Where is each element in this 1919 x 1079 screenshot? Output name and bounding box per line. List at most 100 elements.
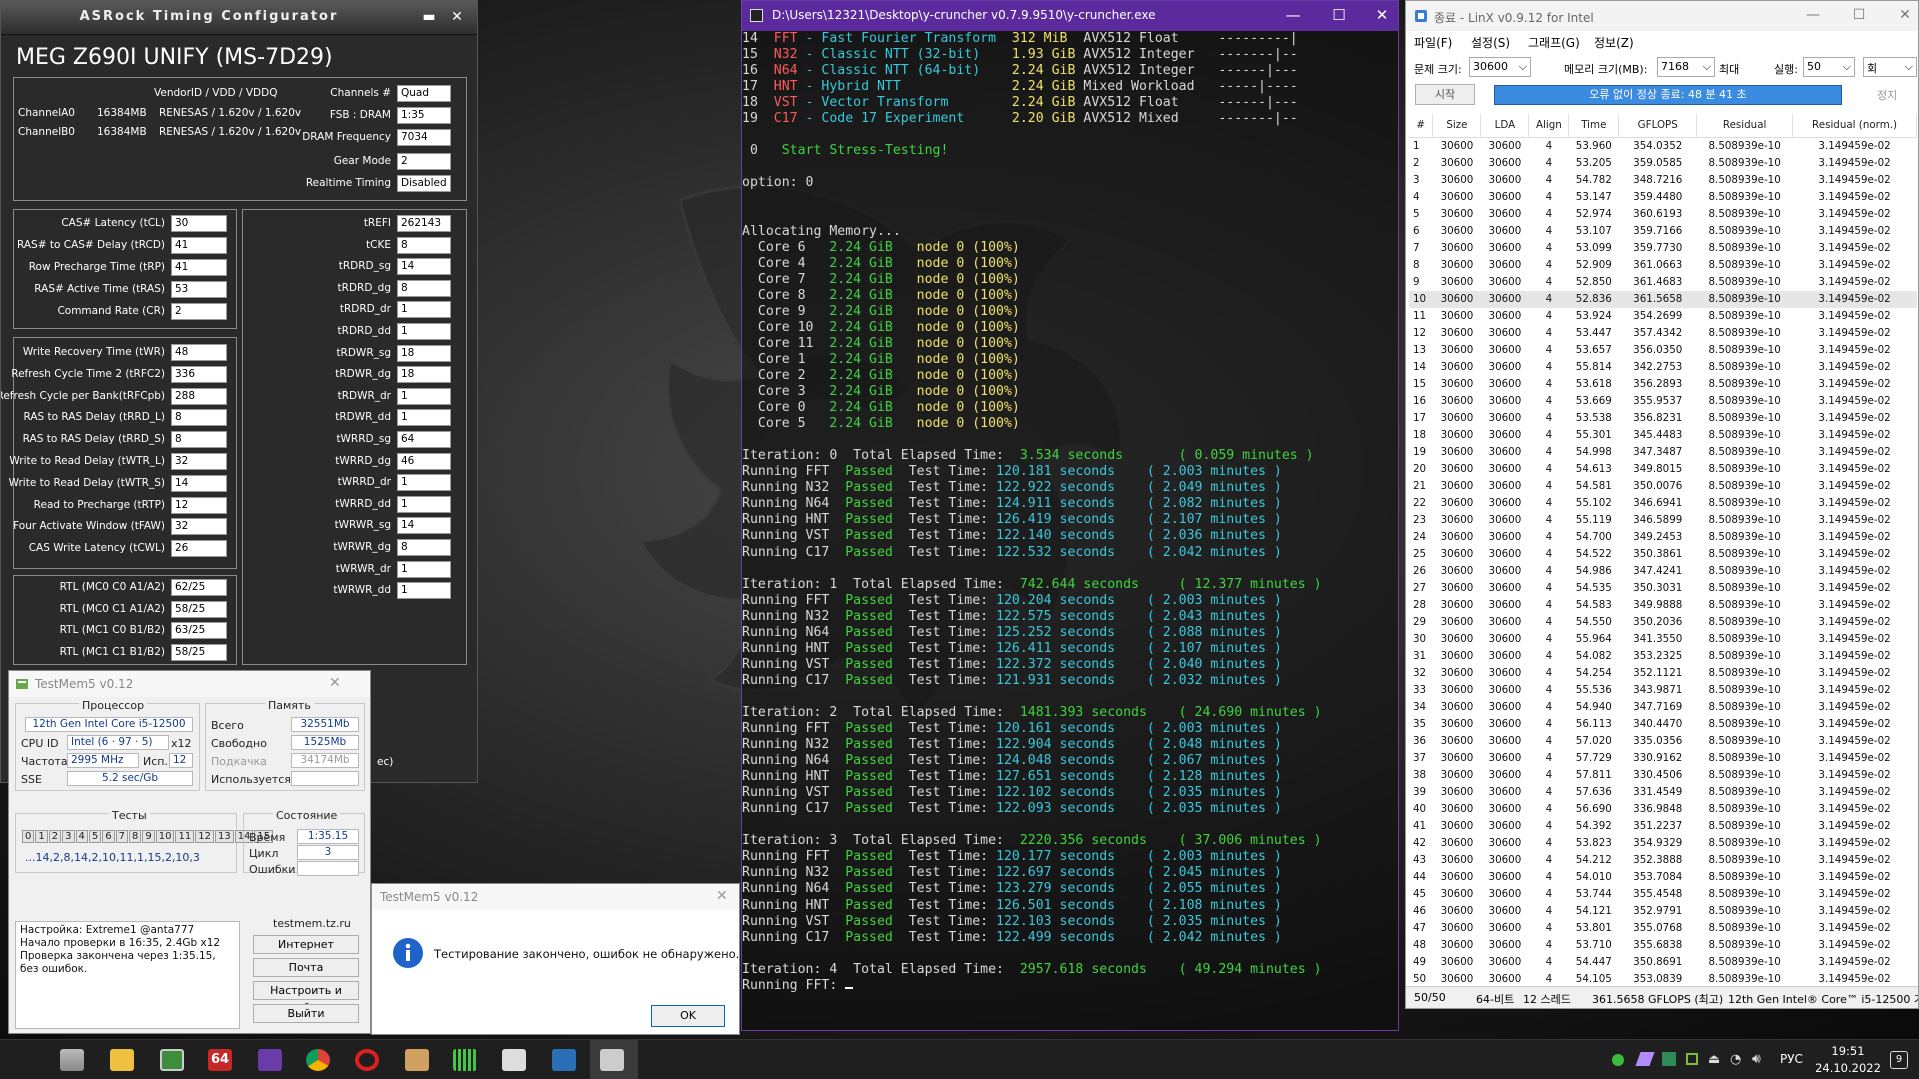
maximize-icon[interactable]: ☐: [1844, 7, 1874, 23]
timing-value-field[interactable]: 1: [397, 560, 451, 578]
timing-value-field[interactable]: 1: [397, 582, 451, 600]
table-row[interactable]: 27 30600 30600 4 54.535 350.3031 8.508939e-10 3…: [1409, 580, 1917, 597]
menu-graph[interactable]: 그래프(G): [1528, 34, 1580, 51]
table-row[interactable]: 38 30600 30600 4 57.811 330.4506 8.508939e-10 3…: [1409, 767, 1917, 784]
column-header[interactable]: Residual: [1696, 114, 1794, 138]
timing-value-field[interactable]: 1: [397, 323, 451, 340]
clock-time[interactable]: 19:51: [1818, 1044, 1878, 1058]
timing-value-field[interactable]: 1: [397, 387, 451, 405]
timing-value-field[interactable]: 1: [397, 474, 451, 492]
gear-icon[interactable]: [552, 1049, 576, 1071]
timing-value-field[interactable]: 14: [171, 474, 227, 492]
minimize-icon[interactable]: —: [1273, 6, 1313, 24]
table-row[interactable]: 6 30600 30600 4 53.107 359.7166 8.508939e-10 3.…: [1409, 223, 1917, 240]
table-row[interactable]: 14 30600 30600 4 55.814 342.2753 8.508939e-10 3…: [1409, 359, 1917, 376]
table-row[interactable]: 33 30600 30600 4 55.536 343.9871 8.508939e-10 3…: [1409, 682, 1917, 699]
table-row[interactable]: 35 30600 30600 4 56.113 340.4470 8.508939e-10 3…: [1409, 716, 1917, 733]
table-row[interactable]: 16 30600 30600 4 53.669 355.9537 8.508939e-10 3…: [1409, 393, 1917, 410]
table-row[interactable]: 30 30600 30600 4 55.964 341.3550 8.508939e-10 3…: [1409, 631, 1917, 648]
table-row[interactable]: 37 30600 30600 4 57.729 330.9162 8.508939e-10 3…: [1409, 750, 1917, 767]
timing-value-field[interactable]: 62/25: [171, 579, 227, 596]
memory-tool-icon[interactable]: [453, 1049, 477, 1071]
table-row[interactable]: 29 30600 30600 4 54.550 350.2036 8.508939e-10 3…: [1409, 614, 1917, 631]
table-row[interactable]: 4 30600 30600 4 53.147 359.4480 8.508939e-10 3.…: [1409, 189, 1917, 206]
minimize-icon[interactable]: ▬: [419, 9, 439, 27]
table-row[interactable]: 43 30600 30600 4 54.212 352.3888 8.508939e-10 3…: [1409, 852, 1917, 869]
timing-value-field[interactable]: 1: [397, 409, 451, 427]
maximize-icon[interactable]: ☐: [1319, 6, 1359, 24]
wifi-icon[interactable]: ◔: [1730, 1052, 1741, 1067]
table-row[interactable]: 50 30600 30600 4 54.105 353.0839 8.508939e-10 3…: [1409, 971, 1917, 988]
timing-value-field[interactable]: 7034: [397, 129, 451, 146]
table-row[interactable]: 25 30600 30600 4 54.522 350.3861 8.508939e-10 3…: [1409, 546, 1917, 563]
table-row[interactable]: 1 30600 30600 4 53.960 354.0352 8.508939e-10 3.…: [1409, 137, 1917, 155]
asrock-title-bar[interactable]: ASRock Timing Configurator ▬ ✕: [1, 1, 477, 35]
table-row[interactable]: 13 30600 30600 4 53.657 356.0350 8.508939e-10 3…: [1409, 342, 1917, 359]
table-row[interactable]: 23 30600 30600 4 55.119 346.5899 8.508939e-10 3…: [1409, 512, 1917, 529]
table-row[interactable]: 42 30600 30600 4 53.823 354.9329 8.508939e-10 3…: [1409, 835, 1917, 852]
close-icon[interactable]: ✕: [1362, 6, 1398, 24]
column-header[interactable]: Size: [1432, 114, 1482, 138]
column-header[interactable]: Time: [1568, 114, 1620, 138]
table-row[interactable]: 7 30600 30600 4 53.099 359.7730 8.508939e-10 3.…: [1409, 240, 1917, 257]
table-row[interactable]: 17 30600 30600 4 53.538 356.8231 8.508939e-10 3…: [1409, 410, 1917, 427]
table-row[interactable]: 21 30600 30600 4 54.581 350.0076 8.508939e-10 3…: [1409, 478, 1917, 495]
table-row[interactable]: 32 30600 30600 4 54.254 352.1121 8.508939e-10 3…: [1409, 665, 1917, 682]
table-row[interactable]: 24 30600 30600 4 54.700 349.2453 8.508939e-10 3…: [1409, 529, 1917, 546]
task-view-icon[interactable]: [60, 1049, 84, 1071]
app-icon[interactable]: [405, 1049, 429, 1071]
tray-pen-icon[interactable]: [1635, 1052, 1655, 1066]
timing-value-field[interactable]: 1: [397, 301, 451, 319]
table-row[interactable]: 8 30600 30600 4 52.909 361.0663 8.508939e-10 3.…: [1409, 257, 1917, 274]
timing-value-field[interactable]: 2: [171, 303, 227, 320]
run-unit-select[interactable]: 회 ⌵: [1863, 57, 1917, 77]
timing-value-field[interactable]: 46: [397, 452, 451, 470]
opera-icon[interactable]: [355, 1049, 379, 1071]
ok-button[interactable]: OK: [651, 1005, 725, 1027]
tray-network-icon[interactable]: [1662, 1052, 1676, 1066]
table-row[interactable]: 20 30600 30600 4 54.613 349.8015 8.508939e-10 3…: [1409, 461, 1917, 478]
table-row[interactable]: 3 30600 30600 4 54.782 348.7216 8.508939e-10 3.…: [1409, 172, 1917, 189]
timing-value-field[interactable]: 48: [171, 344, 227, 361]
volume-icon[interactable]: 🔊︎: [1752, 1051, 1761, 1067]
timing-value-field[interactable]: Quad: [397, 85, 451, 102]
configure-exit-button[interactable]: Настроить и выйти: [253, 981, 359, 1014]
timing-value-field[interactable]: 8: [397, 279, 451, 297]
tray-nvidia-icon[interactable]: [1686, 1053, 1698, 1065]
file-explorer-icon[interactable]: [110, 1049, 134, 1071]
timing-value-field[interactable]: 262143: [397, 215, 451, 232]
close-icon[interactable]: ✕: [329, 675, 341, 691]
timing-value-field[interactable]: 41: [171, 237, 227, 254]
tray-green-icon[interactable]: [1612, 1054, 1624, 1066]
column-header[interactable]: Residual (norm.): [1792, 114, 1917, 138]
minimize-icon[interactable]: —: [1798, 7, 1828, 23]
timing-value-field[interactable]: 2: [397, 153, 451, 170]
timing-value-field[interactable]: 1:35: [397, 107, 451, 124]
timing-value-field[interactable]: 288: [171, 387, 227, 405]
table-row[interactable]: 41 30600 30600 4 54.392 351.2237 8.508939e-10 3…: [1409, 818, 1917, 835]
table-row[interactable]: 11 30600 30600 4 53.924 354.2699 8.508939e-10 3…: [1409, 308, 1917, 325]
notification-icon[interactable]: 9: [1890, 1051, 1908, 1069]
table-row[interactable]: 45 30600 30600 4 53.744 355.4548 8.508939e-10 3…: [1409, 886, 1917, 903]
table-row[interactable]: 9 30600 30600 4 52.850 361.4683 8.508939e-10 3.…: [1409, 274, 1917, 291]
timing-value-field[interactable]: 1: [397, 495, 451, 513]
testmem-title-bar[interactable]: TestMem5 v0.12 ✕: [9, 671, 370, 697]
close-icon[interactable]: ✕: [1890, 7, 1918, 23]
menu-settings[interactable]: 설정(S): [1471, 34, 1510, 51]
stop-button[interactable]: 정지: [1877, 87, 1897, 103]
table-row[interactable]: 15 30600 30600 4 53.618 356.2893 8.508939e-10 3…: [1409, 376, 1917, 393]
timing-value-field[interactable]: 63/25: [171, 622, 227, 639]
ycruncher-title-bar[interactable]: D:\Users\12321\Desktop\y-cruncher v0.7.9…: [742, 1, 1398, 31]
column-header[interactable]: GFLOPS: [1618, 114, 1698, 138]
menu-info[interactable]: 정보(Z): [1594, 34, 1634, 51]
table-row[interactable]: 34 30600 30600 4 54.940 347.7169 8.508939e-10 3…: [1409, 699, 1917, 716]
timing-value-field[interactable]: 58/25: [171, 643, 227, 661]
tray-usb-icon[interactable]: ⏏: [1708, 1052, 1720, 1067]
timing-value-field[interactable]: Disabled: [397, 175, 451, 192]
monitor-app-icon[interactable]: [160, 1049, 184, 1071]
language-indicator[interactable]: РУС: [1780, 1052, 1803, 1066]
exit-button[interactable]: Выйти: [253, 1004, 359, 1023]
timing-value-field[interactable]: 18: [397, 344, 451, 362]
console-output[interactable]: 14 FFT - Fast Fourier Transform 312 MiB AVX5…: [742, 31, 1398, 1030]
timing-value-field[interactable]: 18: [397, 366, 451, 384]
